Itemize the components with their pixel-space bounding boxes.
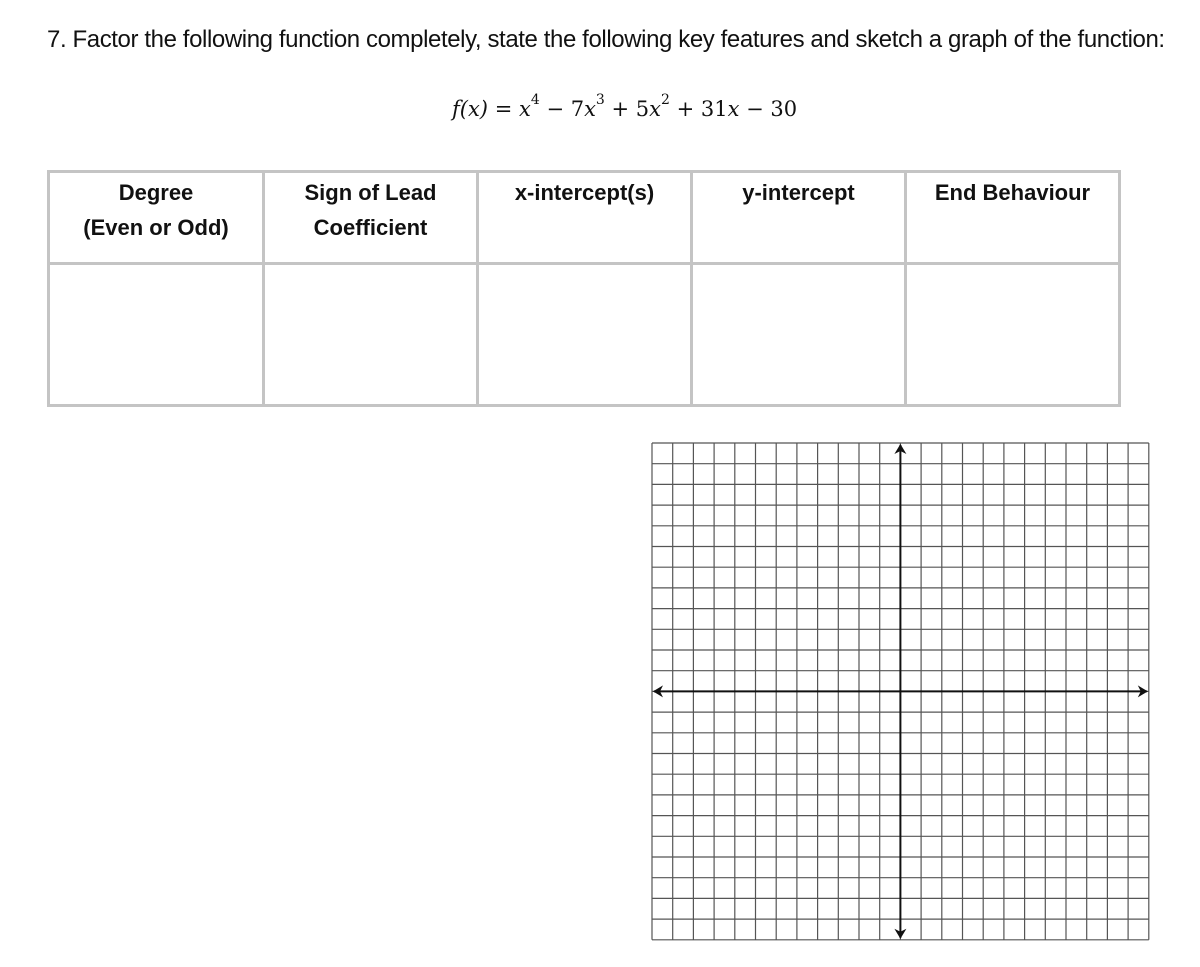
coordinate-grid[interactable] [648,440,1154,942]
header-end-behaviour: End Behaviour [904,170,1121,265]
question-text: 7. Factor the following function complet… [47,26,1165,53]
header-degree: Degree (Even or Odd) [47,170,265,265]
answer-cell-degree[interactable] [47,262,265,407]
header-x-intercepts: x-intercept(s) [476,170,693,265]
answer-cell-y-intercept[interactable] [690,262,907,407]
header-y-intercept: y-intercept [690,170,907,265]
header-sign-lead-coefficient: Sign of Lead Coefficient [262,170,479,265]
answer-cell-end-behaviour[interactable] [904,262,1121,407]
answer-cell-sign[interactable] [262,262,479,407]
answer-cell-x-intercepts[interactable] [476,262,693,407]
formula-term: x4 [519,92,540,121]
formula-lhs: f(x) [452,97,489,121]
formula-term: + 5x2 [604,92,670,121]
formula-term: − 30 [739,97,798,121]
function-formula: f(x) = x4 − 7x3 + 5x2 + 31x − 30 [452,92,798,121]
formula-term: + 31x [669,97,740,121]
key-features-table: Degree (Even or Odd) Sign of Lead Coeffici… [47,170,1121,407]
formula-equals: = [494,97,513,121]
formula-term: − 7x3 [539,92,605,121]
